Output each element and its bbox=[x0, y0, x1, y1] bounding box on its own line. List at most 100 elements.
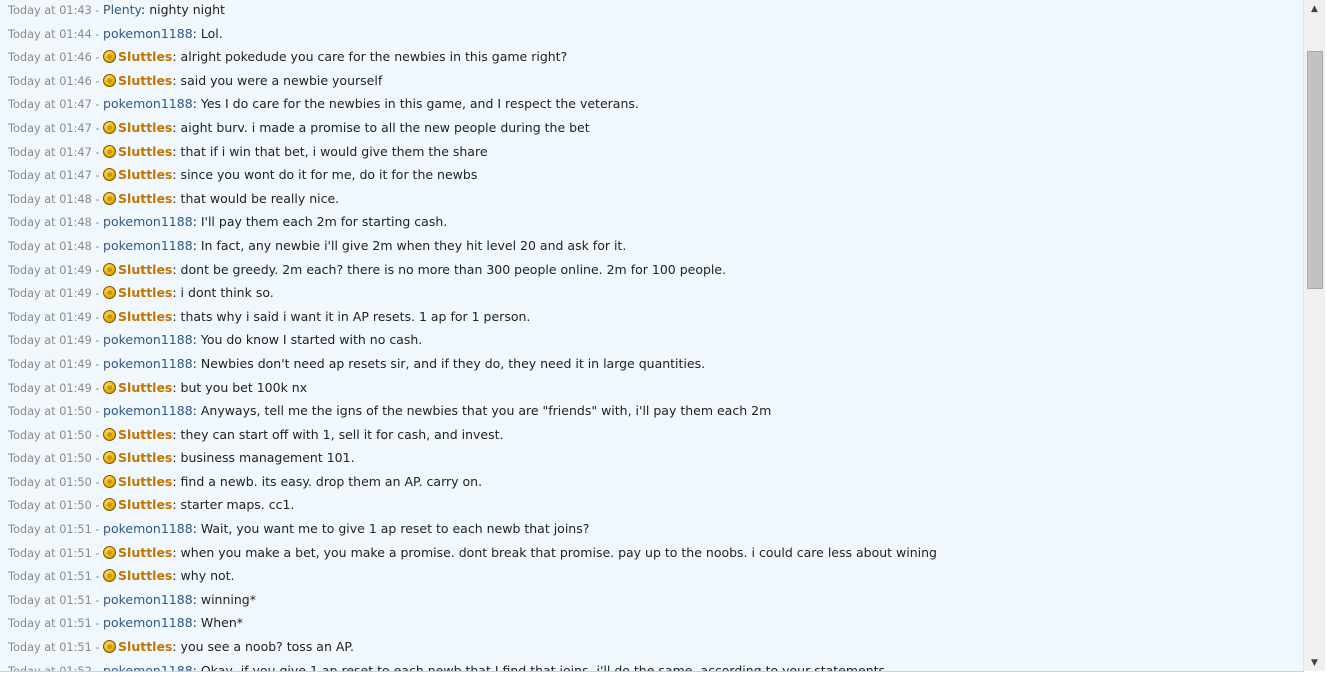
message-username[interactable]: Sluttles bbox=[118, 73, 172, 88]
message-username[interactable]: Sluttles bbox=[118, 167, 172, 182]
message-username[interactable]: Sluttles bbox=[118, 568, 172, 583]
message-username[interactable]: Sluttles bbox=[118, 309, 172, 324]
message-text: : I'll pay them each 2m for starting cas… bbox=[192, 214, 448, 230]
gold-coin-icon bbox=[103, 498, 117, 512]
message-text: : Anyways, tell me the igns of the newbi… bbox=[192, 403, 772, 419]
chat-message: Today at 01:51 - pokemon1188: winning* bbox=[0, 588, 1303, 612]
timestamp-separator: - bbox=[91, 74, 104, 88]
message-username[interactable]: Sluttles bbox=[118, 497, 172, 512]
timestamp-separator: - bbox=[91, 121, 104, 135]
message-text: : when you make a bet, you make a promis… bbox=[172, 544, 937, 560]
message-timestamp: Today at 01:51 bbox=[8, 523, 92, 537]
message-username[interactable]: pokemon1188 bbox=[103, 615, 193, 630]
timestamp-separator: - bbox=[91, 428, 104, 442]
message-username[interactable]: Sluttles bbox=[118, 144, 172, 159]
message-timestamp: Today at 01:49 bbox=[8, 287, 92, 301]
message-text: : Okay, if you give 1 ap reset to each n… bbox=[192, 662, 886, 672]
message-username[interactable]: pokemon1188 bbox=[103, 521, 193, 536]
timestamp-separator: - bbox=[91, 546, 104, 560]
message-username[interactable]: Sluttles bbox=[118, 49, 172, 64]
gold-coin-icon bbox=[103, 191, 117, 205]
gold-coin-icon bbox=[103, 380, 117, 394]
timestamp-separator: - bbox=[91, 51, 104, 65]
message-text: : Newbies don't need ap resets sir, and … bbox=[192, 355, 706, 371]
message-username[interactable]: pokemon1188 bbox=[103, 356, 193, 371]
message-timestamp: Today at 01:51 bbox=[8, 593, 92, 607]
gold-coin-icon bbox=[103, 474, 117, 488]
message-list: Today at 01:43 - Plenty: nighty night Tod… bbox=[0, 0, 1303, 672]
message-text: : you see a noob? toss an AP. bbox=[172, 639, 354, 655]
timestamp-separator: - bbox=[91, 664, 104, 672]
timestamp-separator: - bbox=[91, 405, 104, 419]
chat-message: Today at 01:49 - Sluttles: but you bet 1… bbox=[0, 376, 1303, 400]
chat-message: Today at 01:48 - pokemon1188: I'll pay t… bbox=[0, 210, 1303, 234]
scroll-thumb[interactable] bbox=[1307, 51, 1323, 289]
timestamp-separator: - bbox=[91, 216, 104, 230]
chat-message: Today at 01:44 - pokemon1188: Lol. bbox=[0, 22, 1303, 46]
message-username[interactable]: Plenty bbox=[103, 2, 141, 17]
message-text: : why not. bbox=[172, 568, 235, 584]
message-username[interactable]: pokemon1188 bbox=[103, 26, 193, 41]
scroll-down-icon[interactable]: ▼ bbox=[1304, 654, 1325, 671]
message-text: : business management 101. bbox=[172, 450, 355, 466]
message-username[interactable]: pokemon1188 bbox=[103, 96, 193, 111]
chat-message: Today at 01:51 - Sluttles: you see a noo… bbox=[0, 635, 1303, 659]
message-username[interactable]: pokemon1188 bbox=[103, 403, 193, 418]
message-text: : aight burv. i made a promise to all th… bbox=[172, 119, 590, 135]
message-username[interactable]: pokemon1188 bbox=[103, 214, 193, 229]
message-text: : said you were a newbie yourself bbox=[172, 72, 383, 88]
message-text: : Yes I do care for the newbies in this … bbox=[192, 96, 639, 112]
message-username[interactable]: Sluttles bbox=[118, 120, 172, 135]
message-username[interactable]: Sluttles bbox=[118, 285, 172, 300]
message-username[interactable]: Sluttles bbox=[118, 427, 172, 442]
message-username[interactable]: pokemon1188 bbox=[103, 592, 193, 607]
message-timestamp: Today at 01:50 bbox=[8, 428, 92, 442]
chat-box[interactable]: Today at 01:43 - Plenty: nighty night Tod… bbox=[0, 0, 1304, 672]
timestamp-separator: - bbox=[91, 523, 104, 537]
message-username[interactable]: Sluttles bbox=[118, 191, 172, 206]
chat-message: Today at 01:50 - pokemon1188: Anyways, t… bbox=[0, 399, 1303, 423]
message-username[interactable]: pokemon1188 bbox=[103, 238, 193, 253]
chat-message: Today at 01:48 - pokemon1188: In fact, a… bbox=[0, 234, 1303, 258]
timestamp-separator: - bbox=[91, 169, 104, 183]
message-username[interactable]: Sluttles bbox=[118, 639, 172, 654]
message-username[interactable]: Sluttles bbox=[118, 380, 172, 395]
gold-coin-icon bbox=[103, 73, 117, 87]
gold-coin-icon bbox=[103, 120, 117, 134]
gold-coin-icon bbox=[103, 286, 117, 300]
message-username[interactable]: Sluttles bbox=[118, 545, 172, 560]
timestamp-separator: - bbox=[91, 641, 104, 655]
message-timestamp: Today at 01:47 bbox=[8, 98, 92, 112]
chat-message: Today at 01:48 - Sluttles: that would be… bbox=[0, 187, 1303, 211]
message-username[interactable]: pokemon1188 bbox=[103, 663, 193, 671]
gold-coin-icon bbox=[103, 309, 117, 323]
scroll-up-icon[interactable]: ▲ bbox=[1304, 0, 1325, 17]
message-text: : but you bet 100k nx bbox=[172, 379, 308, 395]
message-text: : i dont think so. bbox=[172, 285, 274, 301]
vertical-scrollbar[interactable]: ▲ ▼ bbox=[1303, 0, 1325, 671]
gold-coin-icon bbox=[103, 168, 117, 182]
message-text: : that if i win that bet, i would give t… bbox=[172, 143, 488, 159]
message-timestamp: Today at 01:47 bbox=[8, 145, 92, 159]
message-timestamp: Today at 01:48 bbox=[8, 216, 92, 230]
chat-message: Today at 01:47 - pokemon1188: Yes I do c… bbox=[0, 92, 1303, 116]
message-timestamp: Today at 01:50 bbox=[8, 405, 92, 419]
chat-message: Today at 01:47 - Sluttles: since you won… bbox=[0, 163, 1303, 187]
gold-coin-icon bbox=[103, 262, 117, 276]
message-timestamp: Today at 01:49 bbox=[8, 357, 92, 371]
timestamp-separator: - bbox=[91, 98, 104, 112]
message-text: : winning* bbox=[192, 591, 256, 607]
chat-message: Today at 01:50 - Sluttles: business mana… bbox=[0, 446, 1303, 470]
timestamp-separator: - bbox=[91, 499, 104, 513]
message-text: : dont be greedy. 2m each? there is no m… bbox=[172, 261, 727, 277]
message-username[interactable]: Sluttles bbox=[118, 474, 172, 489]
timestamp-separator: - bbox=[91, 357, 104, 371]
message-username[interactable]: Sluttles bbox=[118, 262, 172, 277]
message-text: : When* bbox=[192, 615, 243, 631]
message-username[interactable]: Sluttles bbox=[118, 450, 172, 465]
gold-coin-icon bbox=[103, 640, 117, 654]
message-timestamp: Today at 01:48 bbox=[8, 239, 92, 253]
timestamp-separator: - bbox=[91, 239, 104, 253]
message-username[interactable]: pokemon1188 bbox=[103, 332, 193, 347]
gold-coin-icon bbox=[103, 451, 117, 465]
